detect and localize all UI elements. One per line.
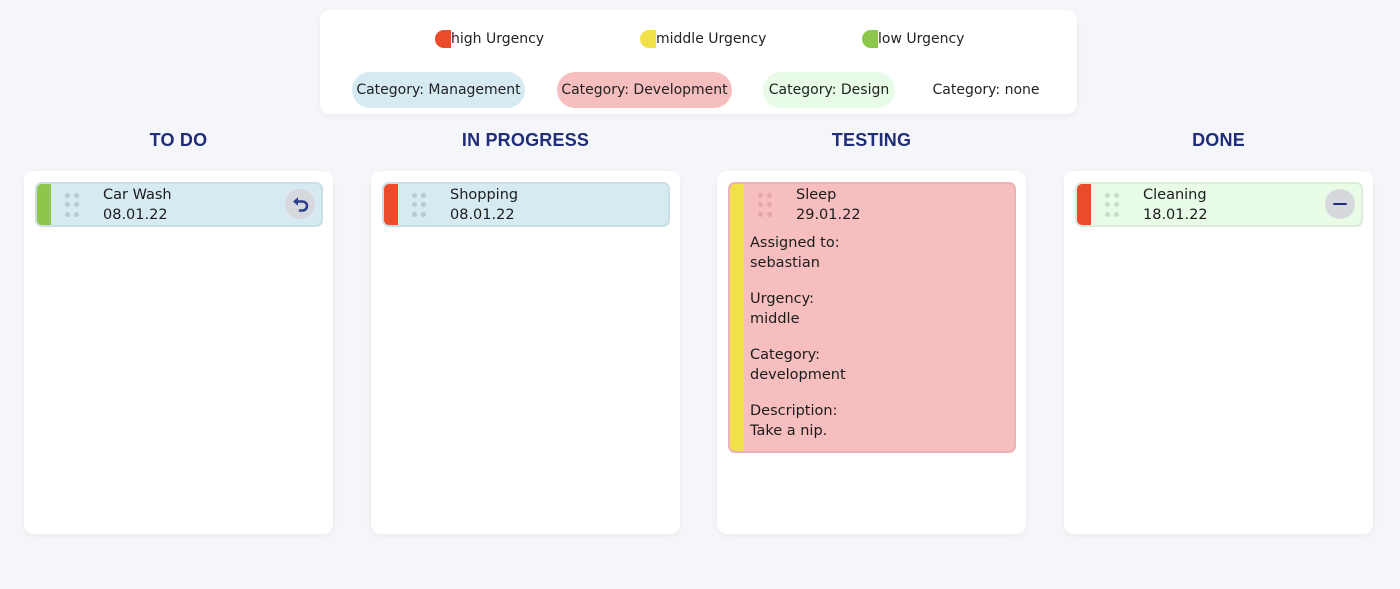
low-urgency-marker [862,30,878,48]
detail-description-value: Take a nip. [750,423,828,439]
urgency-bar [1077,184,1091,225]
legend-low-urgency-label: low Urgency [878,31,965,47]
task-card-shopping[interactable]: Shopping 08.01.22 [382,182,670,227]
legend-middle-urgency-label: middle Urgency [656,31,767,47]
card-title: Shopping [450,187,519,203]
category-design-chip[interactable]: Category: Design [763,72,895,108]
column-title-done: DONE [1192,130,1245,150]
urgency-bar [37,184,51,225]
urgency-bar [384,184,398,225]
column-in-progress[interactable]: Shopping 08.01.22 [371,171,680,534]
detail-description: Description: Take a nip. [750,401,1014,441]
task-card-sleep[interactable]: Sleep 29.01.22 Assigned to: sebastian Ur… [728,182,1016,453]
detail-urgency-value: middle [750,311,800,327]
detail-category: Category: development [750,345,1014,385]
drag-handle-icon[interactable] [65,193,79,217]
card-title: Sleep [796,187,837,203]
column-title-in-progress: IN PROGRESS [461,130,590,150]
legend-low-urgency: low Urgency [862,29,964,49]
legend-middle-urgency: middle Urgency [640,29,766,49]
legend-panel: high Urgency middle Urgency low Urgency … [320,10,1077,114]
category-development-chip[interactable]: Category: Development [557,72,732,108]
task-card-car-wash[interactable]: Car Wash 08.01.22 [35,182,323,227]
category-none-chip[interactable]: Category: none [925,72,1047,108]
card-date: 08.01.22 [450,207,515,223]
detail-category-value: development [750,367,846,383]
task-card-cleaning[interactable]: Cleaning 18.01.22 [1075,182,1363,227]
undo-button[interactable] [285,189,315,219]
detail-assigned: Assigned to: sebastian [750,233,1014,273]
high-urgency-marker [435,30,451,48]
legend-high-urgency-label: high Urgency [451,31,545,47]
drag-handle-icon[interactable] [412,193,426,217]
column-testing[interactable]: Sleep 29.01.22 Assigned to: sebastian Ur… [717,171,1026,534]
card-date: 29.01.22 [796,207,861,223]
card-details: Assigned to: sebastian Urgency: middle C… [750,225,1014,451]
undo-icon [293,197,309,212]
detail-urgency-label: Urgency: [750,291,815,307]
minus-icon [1333,203,1347,205]
detail-urgency: Urgency: middle [750,289,1014,329]
column-title-testing: TESTING [831,130,912,150]
detail-assigned-label: Assigned to: [750,235,840,251]
column-todo[interactable]: Car Wash 08.01.22 [24,171,333,534]
urgency-bar [730,184,744,451]
drag-handle-icon[interactable] [758,193,772,217]
remove-button[interactable] [1325,189,1355,219]
detail-category-label: Category: [750,347,821,363]
category-management-chip[interactable]: Category: Management [352,72,525,108]
detail-assigned-value: sebastian [750,255,820,271]
middle-urgency-marker [640,30,656,48]
drag-handle-icon[interactable] [1105,193,1119,217]
detail-description-label: Description: [750,403,838,419]
column-done[interactable]: Cleaning 18.01.22 [1064,171,1373,534]
legend-high-urgency: high Urgency [435,29,544,49]
column-title-todo: TO DO [149,130,208,150]
